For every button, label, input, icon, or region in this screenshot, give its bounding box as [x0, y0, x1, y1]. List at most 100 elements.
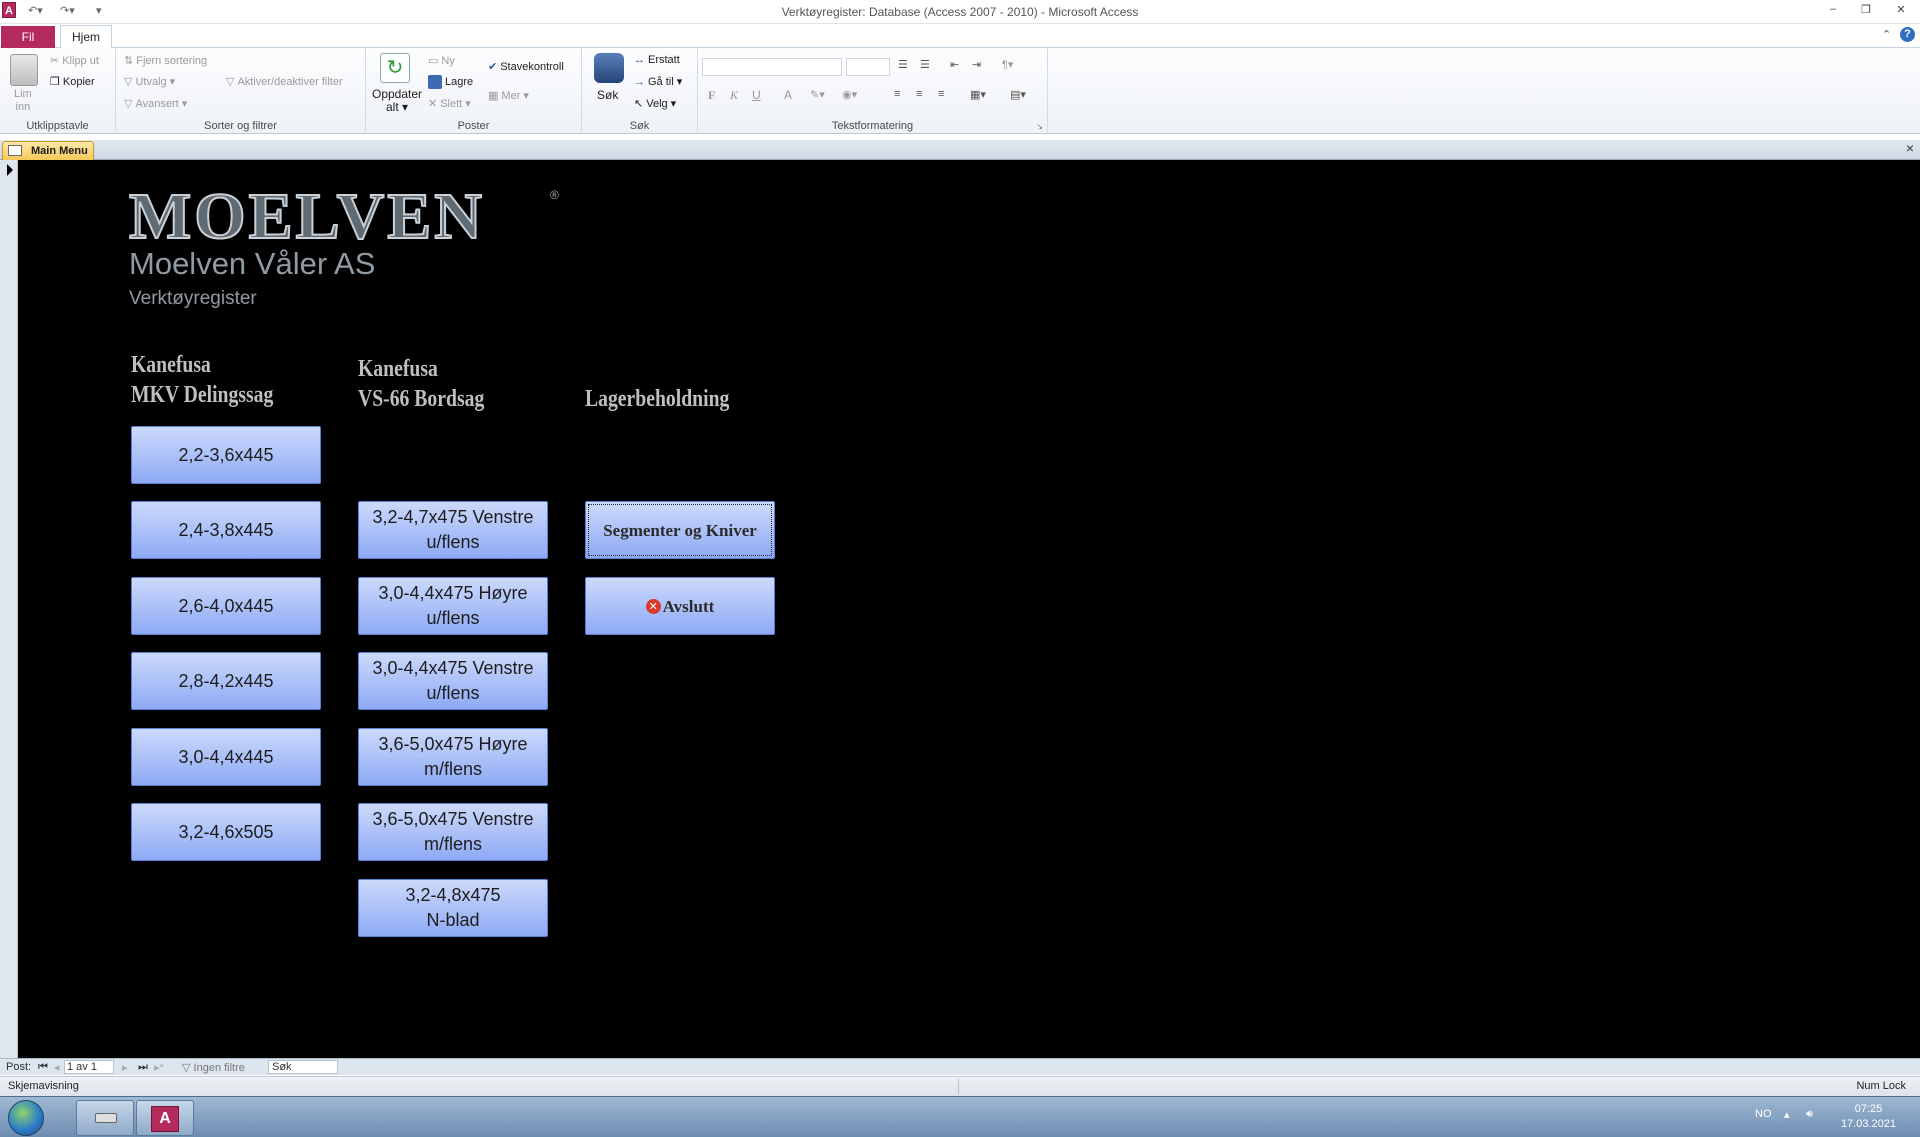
new-blank-record-icon[interactable]: ▸* [154, 1061, 164, 1074]
group-text-formatting: ☰ ☰ ⇤ ⇥ ¶▾ F K U A ✎▾ ◉▾ ≡ ≡ ≡ ▦▾ ▤▾ Tek… [698, 48, 1048, 134]
save-button[interactable]: Lagre [428, 75, 473, 89]
taskbar-drive-app[interactable] [76, 1100, 134, 1136]
vs66-button-3[interactable]: 3,0-4,4x475 Venstre u/flens [358, 652, 548, 710]
decrease-indent-icon[interactable]: ⇤ [950, 58, 959, 71]
help-icon[interactable]: ? [1900, 27, 1915, 42]
record-number-input[interactable]: 1 av 1 [64, 1060, 114, 1074]
italic-button[interactable]: K [730, 88, 738, 103]
select-button[interactable]: ↖ Velg ▾ [634, 97, 676, 111]
close-document-icon[interactable]: × [1906, 140, 1914, 156]
increase-indent-icon[interactable]: ⇥ [972, 58, 981, 71]
ribbon-tabs: Fil Hjem ⌃ ? [0, 24, 1920, 49]
vs66-button-5[interactable]: 3,6-5,0x475 Venstre m/flens [358, 803, 548, 861]
mkv-button-5[interactable]: 3,0-4,4x445 [131, 728, 321, 786]
filter-icon: ▽ [182, 1062, 191, 1074]
vs66-button-2[interactable]: 3,0-4,4x475 Høyre u/flens [358, 577, 548, 635]
previous-record-icon[interactable]: ◂ [54, 1061, 60, 1074]
underline-button[interactable]: U [752, 88, 761, 102]
show-hidden-icons-icon[interactable]: ▴ [1784, 1108, 1790, 1121]
group-clipboard: Lim inn ✂ Klipp ut ❐ Kopier Utklippstavle [0, 48, 116, 134]
start-button-icon[interactable] [8, 1100, 44, 1136]
remove-sort-button[interactable]: ⇅ Fjern sortering [124, 54, 207, 68]
mkv-button-6[interactable]: 3,2-4,6x505 [131, 803, 321, 861]
next-record-icon[interactable]: ▸ [122, 1061, 128, 1074]
remove-sort-icon: ⇅ [124, 55, 134, 67]
toggle-filter-button[interactable]: ▽ Aktiver/deaktiver filter [226, 75, 343, 89]
minimize-ribbon-icon[interactable]: ⌃ [1882, 28, 1891, 41]
binoculars-icon[interactable] [594, 53, 624, 83]
spelling-icon: ✔ [488, 61, 498, 73]
replace-button[interactable]: ↔ Erstatt [634, 54, 680, 66]
button-label: Segmenter og Kniver [603, 520, 757, 540]
system-clock[interactable]: 07:25 17.03.2021 [1841, 1102, 1896, 1132]
copy-button[interactable]: ❐ Kopier [50, 75, 95, 89]
mkv-button-4[interactable]: 2,8-4,2x445 [131, 652, 321, 710]
alternate-row-color-icon[interactable]: ▤▾ [1010, 88, 1026, 101]
moelven-logo: MOELVEN [128, 180, 485, 253]
bold-button[interactable]: F [708, 88, 715, 103]
vs66-button-6[interactable]: 3,2-4,8x475 N-blad [358, 879, 548, 937]
background-color-icon[interactable]: ✎▾ [810, 88, 825, 101]
new-record-button[interactable]: ▭ Ny [428, 54, 455, 68]
paste-icon[interactable] [10, 54, 38, 86]
language-indicator[interactable]: NO [1755, 1108, 1772, 1120]
status-divider [958, 1079, 959, 1094]
heading-line: Lagerbeholdning [585, 386, 730, 412]
vs66-button-1[interactable]: 3,2-4,7x475 Venstre u/flens [358, 501, 548, 559]
dialog-launcher-icon[interactable]: ↘ [1036, 122, 1043, 131]
refresh-all-icon[interactable]: ↻ [380, 53, 410, 83]
vs66-button-4[interactable]: 3,6-5,0x475 Høyre m/flens [358, 728, 548, 786]
align-left-icon[interactable]: ≡ [894, 88, 900, 100]
tab-home[interactable]: Hjem [60, 25, 112, 49]
restore-icon[interactable]: ❐ [1855, 3, 1877, 19]
font-color-button[interactable]: A [784, 88, 792, 102]
search-input[interactable]: Søk [268, 1060, 338, 1074]
mkv-button-2[interactable]: 2,4-3,8x445 [131, 501, 321, 559]
delete-label: Slett [440, 97, 463, 110]
new-label: Ny [441, 54, 455, 67]
font-name-combo[interactable] [702, 58, 842, 76]
filter-selection-icon: ▽ [124, 76, 133, 88]
refresh-all-button[interactable]: Oppdater alt ▾ [372, 88, 422, 114]
close-icon[interactable]: ✕ [1890, 3, 1912, 19]
bullets-icon[interactable]: ☰ [898, 58, 908, 71]
paste-label: Lim [14, 88, 32, 100]
advanced-button[interactable]: ▽ Avansert ▾ [124, 97, 187, 111]
delete-button[interactable]: ✕ Slett ▾ [428, 97, 471, 111]
font-size-combo[interactable] [846, 58, 890, 76]
cut-button[interactable]: ✂ Klipp ut [50, 54, 99, 68]
advanced-filter-icon: ▽ [124, 98, 133, 110]
gridlines-icon[interactable]: ▦▾ [970, 88, 986, 101]
paragraph-direction-icon[interactable]: ¶▾ [1002, 58, 1013, 71]
last-record-icon[interactable]: ⏭ [138, 1061, 148, 1074]
more-button[interactable]: ▦ Mer ▾ [488, 89, 529, 103]
group-label-text-formatting: Tekstformatering [831, 120, 914, 132]
heading-mkv-delingssag: Kanefusa MKV Delingssag [131, 350, 273, 410]
group-label-clipboard: Utklippstavle [26, 120, 89, 132]
mkv-button-3[interactable]: 2,6-4,0x445 [131, 577, 321, 635]
button-label-2: N-blad [426, 910, 480, 930]
mkv-button-1[interactable]: 2,2-3,6x445 [131, 426, 321, 484]
spelling-button[interactable]: ✔ Stavekontroll [488, 60, 564, 74]
group-label-records: Poster [457, 120, 490, 132]
taskbar-access-app[interactable]: A [136, 1100, 194, 1136]
selection-button[interactable]: ▽ Utvalg ▾ [124, 75, 175, 89]
align-center-icon[interactable]: ≡ [916, 88, 922, 100]
numbering-icon[interactable]: ☰ [920, 58, 930, 71]
no-filter-button[interactable]: ▽ Ingen filtre [182, 1061, 245, 1074]
tab-main-menu[interactable]: Main Menu [2, 141, 94, 160]
find-button[interactable]: Søk [597, 88, 618, 102]
fill-color-icon[interactable]: ◉▾ [842, 88, 857, 101]
drive-icon [95, 1113, 117, 1123]
first-record-icon[interactable]: ⏮ [38, 1061, 48, 1074]
record-selector[interactable] [0, 160, 18, 1058]
paste-button[interactable]: Lim inn [14, 88, 32, 114]
exit-button[interactable]: ✕ Avslutt [585, 577, 775, 635]
segments-and-knives-button[interactable]: Segmenter og Kniver [585, 501, 775, 559]
goto-button[interactable]: → Gå til ▾ [634, 75, 682, 89]
tab-file[interactable]: Fil [1, 26, 55, 48]
align-right-icon[interactable]: ≡ [938, 88, 944, 100]
volume-icon[interactable]: 🔊︎ [1806, 1108, 1813, 1121]
cut-label: Klipp ut [62, 54, 99, 67]
minimize-icon[interactable]: – [1822, 3, 1844, 19]
